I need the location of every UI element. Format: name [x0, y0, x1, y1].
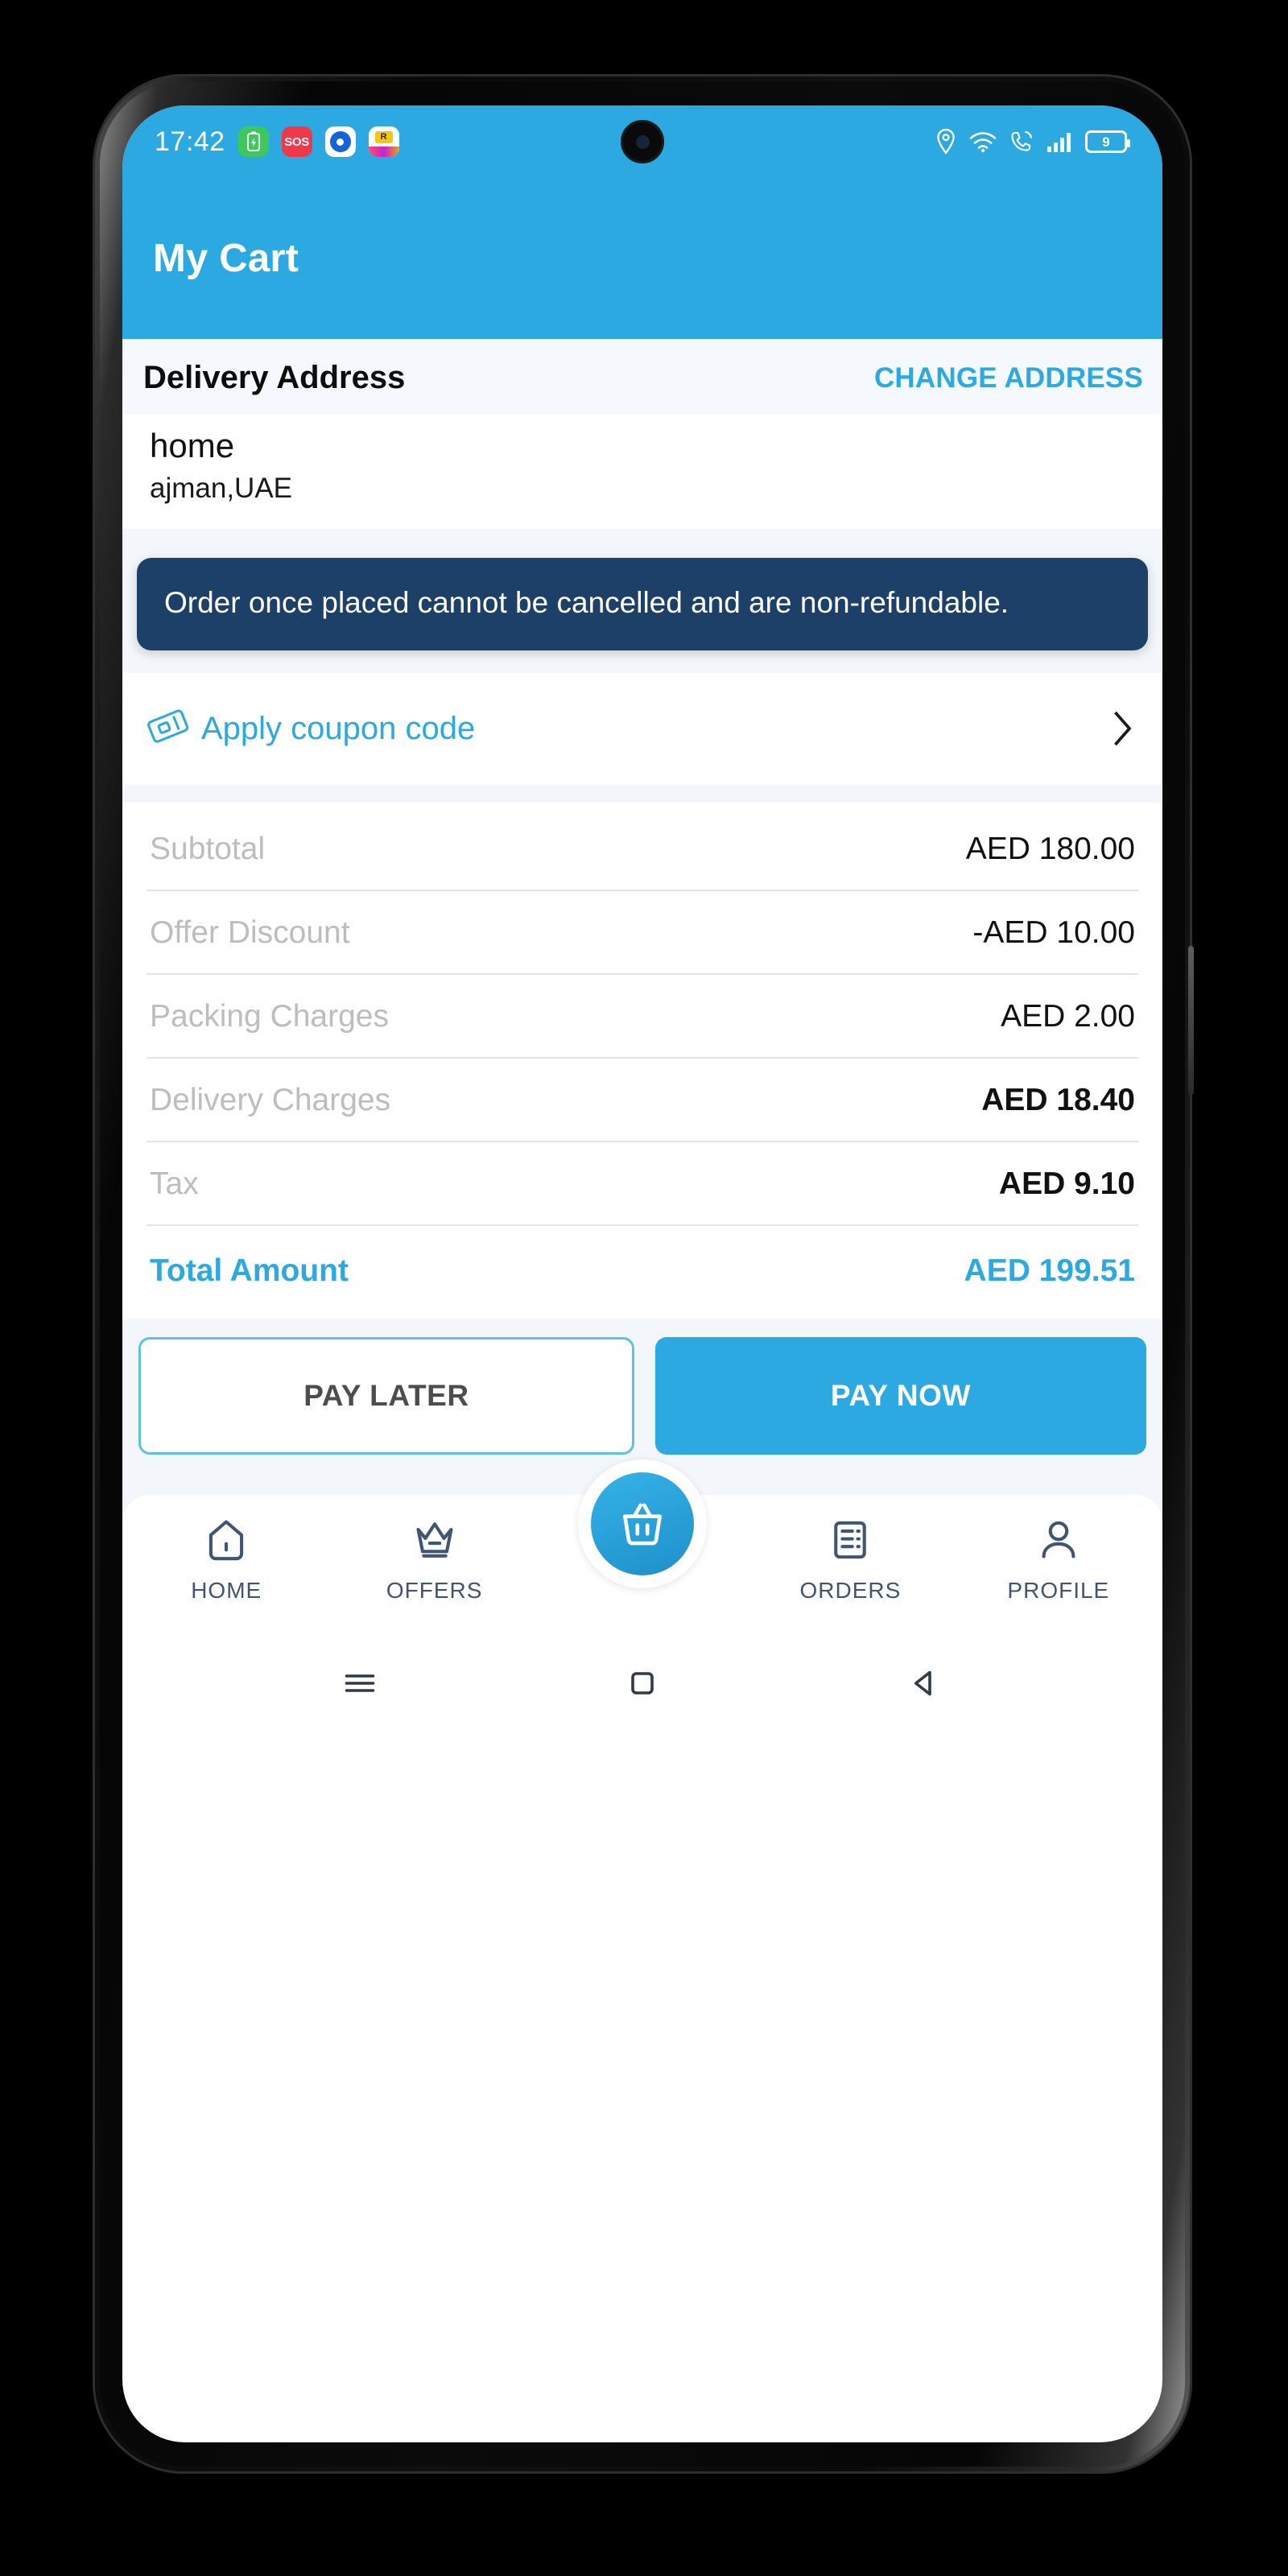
back-triangle-icon[interactable]: [906, 1664, 944, 1707]
coupon-left-group: Apply coupon code: [147, 708, 475, 749]
pay-later-button[interactable]: PAY LATER: [138, 1336, 634, 1455]
change-address-link[interactable]: CHANGE ADDRESS: [874, 362, 1143, 394]
delivery-address-card[interactable]: home ajman,UAE: [122, 414, 1162, 529]
power-button[interactable]: [1188, 946, 1194, 1095]
location-icon: [935, 129, 956, 155]
call-icon: [1009, 130, 1034, 154]
total-amount-label: Total Amount: [150, 1253, 349, 1288]
summary-value: AED 180.00: [965, 831, 1135, 866]
sos-icon-label: SOS: [284, 134, 309, 149]
nav-label-home: HOME: [191, 1577, 262, 1603]
status-bar: 17:42 SOS R 9: [122, 105, 1162, 178]
summary-value: -AED 10.00: [972, 914, 1135, 950]
summary-label: Tax: [150, 1166, 199, 1201]
status-bar-right: 9: [935, 129, 1130, 155]
nav-item-home[interactable]: HOME: [122, 1516, 330, 1604]
nav-item-orders[interactable]: ORDERS: [746, 1516, 954, 1604]
battery-level-label: 9: [1102, 134, 1110, 150]
summary-label: Offer Discount: [150, 914, 350, 950]
summary-row: Subtotal AED 180.00: [147, 807, 1138, 891]
summary-label: Delivery Charges: [150, 1082, 391, 1117]
pay-now-button[interactable]: PAY NOW: [655, 1336, 1146, 1455]
signal-icon: [1046, 130, 1072, 153]
order-notice-banner: Order once placed cannot be cancelled an…: [137, 557, 1148, 650]
page-title: My Cart: [153, 237, 299, 280]
status-clock: 17:42: [155, 126, 225, 157]
delivery-address-title: Delivery Address: [143, 360, 406, 395]
coupon-ticket-icon: [147, 708, 190, 749]
status-bar-left: 17:42 SOS R: [155, 126, 399, 158]
bottom-nav-wrap: HOME OFFERS ORDERS PROFILE: [122, 1459, 1162, 1638]
summary-value: AED 9.10: [998, 1166, 1135, 1201]
address-name: home: [150, 427, 235, 464]
chevron-right-icon[interactable]: [1108, 708, 1135, 749]
summary-row: Offer Discount -AED 10.00: [147, 891, 1138, 975]
price-summary: Subtotal AED 180.00 Offer Discount -AED …: [122, 802, 1162, 1319]
battery-saver-icon: [237, 126, 269, 157]
nav-item-profile[interactable]: PROFILE: [955, 1516, 1162, 1604]
page-content: Delivery Address CHANGE ADDRESS home ajm…: [122, 339, 1162, 1733]
summary-row: Delivery Charges AED 18.40: [147, 1059, 1138, 1142]
bottom-navigation: HOME OFFERS ORDERS PROFILE: [122, 1459, 1162, 1638]
home-icon: [202, 1516, 250, 1568]
nav-label-profile: PROFILE: [1007, 1577, 1110, 1603]
summary-row: Tax AED 9.10: [147, 1142, 1138, 1226]
summary-value: AED 2.00: [1001, 998, 1135, 1034]
shopping-app-icon-label: R: [374, 130, 393, 143]
summary-label: Subtotal: [150, 831, 266, 866]
apply-coupon-label: Apply coupon code: [201, 710, 476, 746]
delivery-address-header: Delivery Address CHANGE ADDRESS: [122, 339, 1162, 414]
summary-row: Packing Charges AED 2.00: [147, 975, 1138, 1059]
cart-fab-button[interactable]: [578, 1459, 707, 1588]
shopping-app-icon: R: [368, 126, 399, 157]
coupon-section: Apply coupon code: [122, 672, 1162, 785]
basket-icon: [591, 1472, 694, 1575]
person-icon: [1034, 1516, 1083, 1568]
home-square-icon[interactable]: [623, 1664, 662, 1707]
apply-coupon-row[interactable]: Apply coupon code: [122, 673, 1162, 785]
section-gap: [122, 528, 1162, 558]
status-battery-icon: 9: [1085, 130, 1130, 153]
front-camera-punchhole: [621, 120, 664, 163]
nav-label-orders: ORDERS: [799, 1577, 902, 1603]
sos-icon: SOS: [281, 126, 312, 157]
wifi-icon: [969, 130, 997, 153]
screenshot-root: 17:42 SOS R 9 My Cart Delivery Address C…: [0, 0, 1288, 2576]
receipt-icon: [826, 1516, 874, 1568]
crown-icon: [411, 1516, 459, 1568]
app-bar: My Cart: [122, 178, 1162, 339]
nav-item-offers[interactable]: OFFERS: [330, 1516, 538, 1604]
total-amount-row: Total Amount AED 199.51: [147, 1226, 1138, 1311]
menu-icon[interactable]: [341, 1664, 379, 1707]
total-amount-value: AED 199.51: [964, 1253, 1135, 1288]
phone-screen: 17:42 SOS R 9 My Cart Delivery Address C…: [122, 105, 1162, 2442]
media-player-icon: [324, 126, 356, 157]
payment-actions: PAY LATER PAY NOW: [122, 1319, 1162, 1469]
summary-value: AED 18.40: [981, 1082, 1135, 1117]
address-line: ajman,UAE: [150, 472, 293, 504]
summary-label: Packing Charges: [150, 998, 389, 1034]
nav-label-offers: OFFERS: [386, 1577, 483, 1603]
android-navigation-bar: [122, 1637, 1162, 1733]
